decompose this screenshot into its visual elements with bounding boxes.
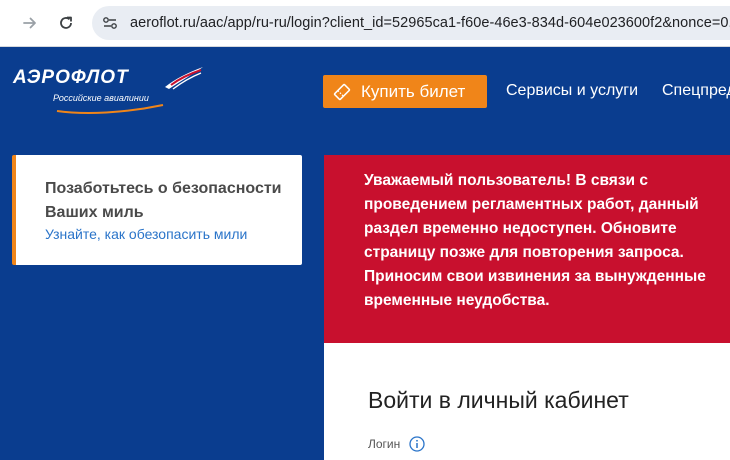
arrow-right-icon — [23, 17, 36, 29]
forward-button[interactable] — [17, 10, 43, 36]
nav-special-offers[interactable]: Спецпред — [662, 82, 730, 100]
site-header: АЭРОФЛОТ Российские авиалинии Купить бил… — [0, 47, 730, 137]
reload-icon — [60, 16, 72, 29]
maintenance-error-banner: Уважаемый пользователь! В связи с провед… — [324, 155, 730, 343]
ticket-icon — [333, 83, 351, 100]
aeroflot-logo[interactable]: АЭРОФЛОТ Российские авиалинии — [11, 65, 203, 117]
logo-subtitle: Российские авиалинии — [53, 93, 149, 103]
site-settings-icon[interactable] — [102, 15, 118, 31]
info-icon[interactable] — [409, 436, 425, 452]
login-panel: Войти в личный кабинет Логин — [324, 343, 730, 460]
login-title: Войти в личный кабинет — [368, 387, 629, 413]
security-card-title: Позаботьтесь о безопасности Ваших миль — [45, 180, 282, 221]
logo-text: АЭРОФЛОТ — [13, 67, 129, 88]
miles-security-card: Позаботьтесь о безопасности Ваших миль У… — [12, 155, 302, 265]
url-text[interactable]: aeroflot.ru/aac/app/ru-ru/login?client_i… — [130, 15, 730, 31]
nav-services[interactable]: Сервисы и услуги — [506, 82, 638, 100]
buy-ticket-button[interactable]: Купить билет — [323, 75, 487, 108]
error-message: Уважаемый пользователь! В связи с провед… — [364, 172, 706, 309]
reload-button[interactable] — [53, 10, 79, 36]
security-card-link[interactable]: Узнайте, как обезопасить мили — [45, 226, 247, 242]
browser-toolbar: aeroflot.ru/aac/app/ru-ru/login?client_i… — [0, 0, 730, 47]
login-field-label: Логин — [368, 437, 401, 451]
logo-swoosh-icon — [56, 104, 164, 114]
winged-hammer-sickle-icon — [165, 67, 203, 90]
address-bar[interactable]: aeroflot.ru/aac/app/ru-ru/login?client_i… — [92, 6, 730, 40]
buy-ticket-label: Купить билет — [361, 81, 466, 101]
